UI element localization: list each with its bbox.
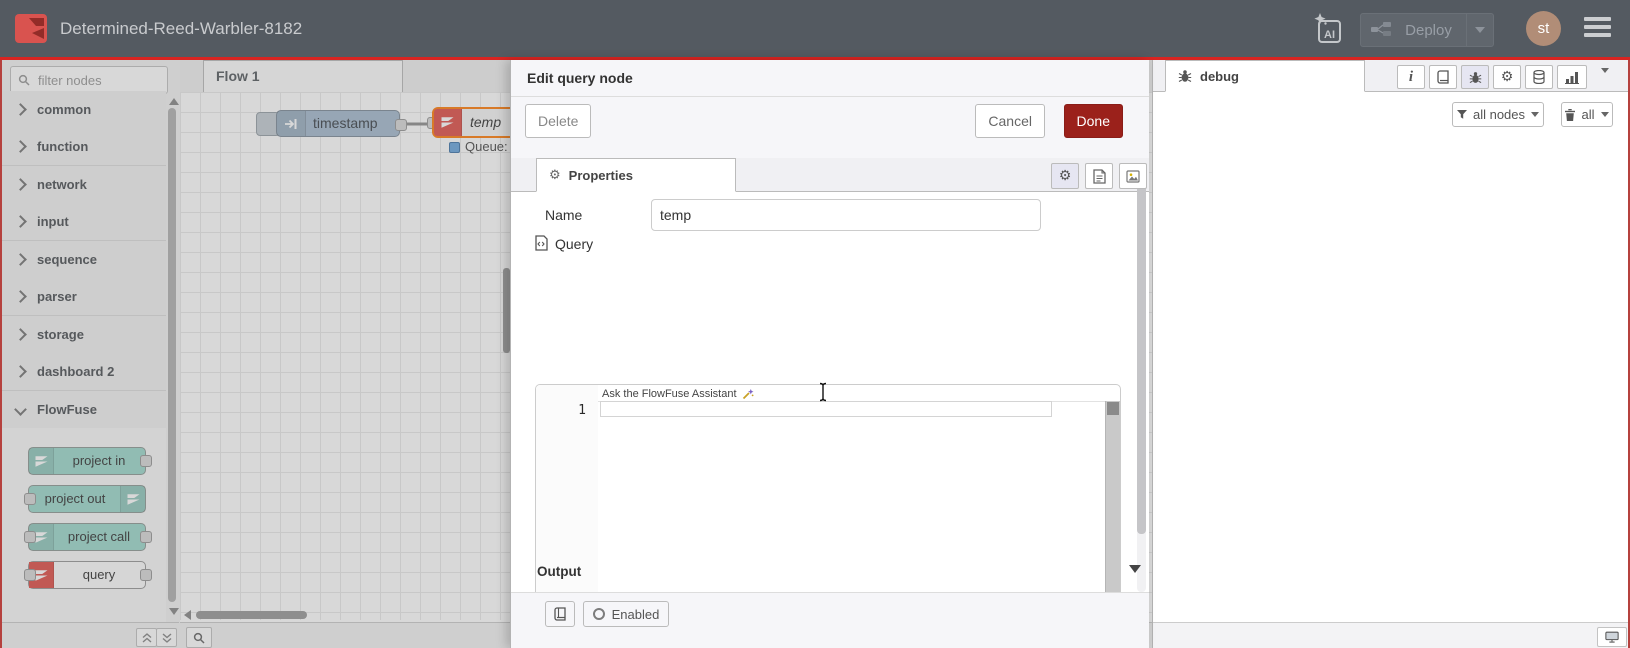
context-data-tab-button[interactable] [1525, 65, 1553, 89]
query-label: Query [555, 236, 594, 252]
monitor-icon [1605, 631, 1619, 643]
dashboard-tab-button[interactable] [1557, 65, 1587, 89]
node-help-button[interactable] [545, 601, 575, 627]
tray-form: Name Query 1 Ask the FlowFuse Assistant [511, 192, 1149, 648]
canvas-vertical-scrollbar[interactable] [503, 268, 510, 353]
description-tab-button[interactable] [1085, 163, 1113, 189]
trash-icon [1565, 108, 1576, 121]
tray-footer: Enabled [511, 592, 1149, 648]
scroll-down-indicator [1129, 565, 1141, 573]
main-area: common function network input sequence p… [0, 60, 1630, 648]
debug-clear-button[interactable]: all [1561, 102, 1613, 127]
ai-assistant-icon: AI [1314, 13, 1341, 43]
sidebar-footer [1153, 622, 1629, 648]
ai-assistant-button[interactable]: AI [1312, 12, 1344, 45]
open-debug-window-button[interactable] [1597, 627, 1627, 647]
edit-node-tray: Edit query node Delete Cancel Done ⚙ Pro… [510, 60, 1149, 648]
output-section-label: Output [537, 564, 582, 579]
database-icon [1533, 70, 1545, 84]
assistant-hint-button[interactable]: Ask the FlowFuse Assistant [602, 386, 754, 401]
info-tab-button[interactable]: i [1397, 65, 1425, 89]
debug-filter-button[interactable]: all nodes [1452, 102, 1544, 127]
gear-icon: ⚙ [549, 167, 561, 183]
line-number: 1 [578, 403, 586, 418]
properties-tab-button[interactable]: ⚙ [1051, 163, 1079, 189]
user-avatar[interactable]: st [1526, 11, 1561, 46]
done-button[interactable]: Done [1063, 104, 1123, 138]
deploy-label: Deploy [1405, 21, 1452, 39]
bar-chart-icon [1565, 71, 1579, 84]
right-sidebar: debug i ⚙ all nodes all [1152, 60, 1629, 648]
enabled-toggle-button[interactable]: Enabled [583, 601, 669, 627]
svg-text:AI: AI [1324, 29, 1335, 41]
bug-icon [1469, 71, 1481, 83]
caret-down-icon [1601, 68, 1609, 89]
header: Determined-Reed-Warbler-8182 AI Deploy s… [0, 0, 1630, 57]
name-field[interactable] [651, 199, 1041, 231]
appearance-icon [1126, 169, 1140, 183]
appearance-tab-button[interactable] [1119, 163, 1147, 189]
cancel-button[interactable]: Cancel [975, 104, 1045, 138]
help-tab-button[interactable] [1429, 65, 1457, 89]
deploy-options-button[interactable] [1466, 14, 1493, 46]
config-nodes-tab-button[interactable]: ⚙ [1493, 65, 1521, 89]
delete-button[interactable]: Delete [525, 104, 592, 138]
hamburger-menu-icon[interactable] [1584, 17, 1611, 41]
sidebar-options-button[interactable] [1601, 68, 1609, 89]
workspace-left-accent [0, 60, 2, 648]
debug-filter-row: all nodes all [1153, 92, 1629, 130]
toggle-circle-icon [592, 608, 605, 620]
magic-wand-icon [742, 388, 753, 399]
deploy-button[interactable]: Deploy [1360, 13, 1494, 47]
book-icon [1436, 70, 1449, 84]
name-label: Name [545, 207, 583, 223]
caret-down-icon [1475, 27, 1485, 33]
project-title: Determined-Reed-Warbler-8182 [60, 19, 303, 38]
deploy-icon [1371, 21, 1391, 39]
tab-debug[interactable]: debug [1165, 60, 1365, 92]
text-cursor-pointer [817, 382, 829, 405]
bug-icon [1178, 70, 1192, 82]
file-code-icon [535, 235, 548, 251]
caret-down-icon [1531, 112, 1540, 117]
info-icon: i [1408, 68, 1414, 85]
book-icon [553, 607, 566, 621]
tray-title: Edit query node [511, 60, 1149, 97]
gear-icon: ⚙ [1500, 69, 1514, 85]
gear-icon: ⚙ [1058, 168, 1072, 184]
tray-scrollbar[interactable] [1137, 176, 1146, 592]
tab-properties[interactable]: ⚙ Properties [536, 158, 736, 192]
document-icon [1092, 168, 1106, 184]
funnel-icon [1456, 109, 1467, 119]
debug-tab-button[interactable] [1461, 65, 1489, 89]
flowfuse-logo-icon [15, 14, 47, 43]
flowfuse-node-red-editor: Determined-Reed-Warbler-8182 AI Deploy s… [0, 0, 1630, 648]
caret-down-icon [1600, 112, 1609, 117]
